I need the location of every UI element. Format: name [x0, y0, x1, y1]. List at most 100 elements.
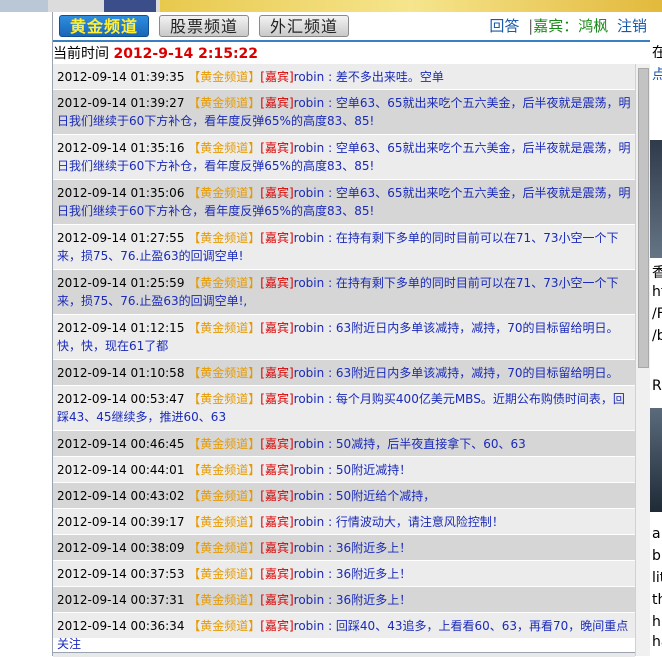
channel-navbar: 黄金频道 股票频道 外汇频道 回答 |嘉宾：鸿枫 注销: [53, 12, 651, 40]
message-row: 2012-09-14 00:38:09 【黄金频道】[嘉宾]robin : 36…: [53, 535, 635, 561]
current-time-label: 当前时间: [53, 46, 109, 62]
message-user: robin: [293, 321, 325, 335]
message-time: 2012-09-14 01:12:15: [57, 321, 185, 335]
message-row: 2012-09-14 00:39:17 【黄金频道】[嘉宾]robin : 行情…: [53, 509, 635, 535]
message-channel-tag: 【黄金频道】: [188, 366, 261, 380]
banner-image-fragment: [104, 0, 156, 12]
top-header-strip: [0, 0, 662, 12]
message-row: 2012-09-14 00:53:47 【黄金频道】[嘉宾]robin : 每个…: [53, 386, 635, 431]
right-text-12: h: [652, 614, 661, 630]
message-channel-tag: 【黄金频道】: [188, 489, 261, 503]
message-row: 2012-09-14 01:12:15 【黄金频道】[嘉宾]robin : 63…: [53, 315, 635, 360]
message-row: 2012-09-14 01:27:55 【黄金频道】[嘉宾]robin : 在持…: [53, 225, 635, 270]
message-role-tag: [嘉宾]: [260, 96, 294, 110]
right-text-10: lit: [652, 570, 662, 586]
gold-banner-fragment: [160, 0, 662, 12]
message-text: 行情波动大，请注意风险控制！: [335, 515, 504, 529]
message-text: 36附近多上！: [335, 567, 412, 581]
message-role-tag: [嘉宾]: [260, 366, 294, 380]
right-text-7: R: [652, 378, 662, 394]
guest-name: 嘉宾：鸿枫: [533, 17, 609, 35]
message-time: 2012-09-14 00:46:45: [57, 437, 185, 451]
message-row: 2012-09-14 00:43:02 【黄金频道】[嘉宾]robin : 50…: [53, 483, 635, 509]
message-time: 2012-09-14 01:10:58: [57, 366, 185, 380]
logout-link[interactable]: 注销: [617, 17, 647, 35]
message-text: 36附近多上！: [335, 593, 412, 607]
message-channel-tag: 【黄金频道】: [188, 619, 261, 633]
message-channel-tag: 【黄金频道】: [188, 541, 261, 555]
message-time: 2012-09-14 01:39:27: [57, 96, 185, 110]
message-time: 2012-09-14 00:44:01: [57, 463, 185, 477]
message-role-tag: [嘉宾]: [260, 541, 294, 555]
message-row: 2012-09-14 01:25:59 【黄金频道】[嘉宾]robin : 在持…: [53, 270, 635, 315]
message-channel-tag: 【黄金频道】: [188, 392, 261, 406]
message-user: robin: [293, 231, 325, 245]
message-user: robin: [293, 366, 325, 380]
message-time: 2012-09-14 01:35:06: [57, 186, 185, 200]
right-text-4: ht: [652, 284, 662, 300]
message-time: 2012-09-14 00:39:17: [57, 515, 185, 529]
message-user: robin: [293, 619, 325, 633]
message-channel-tag: 【黄金频道】: [188, 437, 261, 451]
right-text-8: a: [652, 526, 661, 542]
right-image-fragment: [650, 140, 662, 258]
right-text-3: 香: [652, 265, 662, 281]
message-role-tag: [嘉宾]: [260, 276, 294, 290]
message-list: 2012-09-14 01:39:35 【黄金频道】[嘉宾]robin : 差不…: [53, 64, 635, 652]
message-row: 2012-09-14 00:36:34 【黄金频道】[嘉宾]robin : 回踩…: [53, 613, 635, 651]
message-channel-tag: 【黄金频道】: [188, 321, 261, 335]
message-row: 2012-09-14 01:39:35 【黄金频道】[嘉宾]robin : 差不…: [53, 64, 635, 90]
right-text-2: 点: [652, 67, 662, 83]
right-text-13: ha: [652, 634, 662, 650]
message-row: 2012-09-14 01:35:16 【黄金频道】[嘉宾]robin : 空单…: [53, 135, 635, 180]
message-time: 2012-09-14 00:38:09: [57, 541, 185, 555]
message-user: robin: [293, 515, 325, 529]
message-text: 差不多出来哇。空单: [335, 70, 444, 84]
right-text-9: b: [652, 548, 661, 564]
tab-forex-channel[interactable]: 外汇频道: [259, 15, 349, 37]
message-role-tag: [嘉宾]: [260, 567, 294, 581]
message-user: robin: [293, 392, 325, 406]
message-row: 2012-09-14 00:46:45 【黄金频道】[嘉宾]robin : 50…: [53, 431, 635, 457]
message-role-tag: [嘉宾]: [260, 619, 294, 633]
reply-link[interactable]: 回答: [489, 17, 519, 35]
message-user: robin: [293, 593, 325, 607]
message-user: robin: [293, 489, 325, 503]
right-text-5: /F: [652, 306, 662, 322]
scrollbar-thumb[interactable]: [638, 68, 649, 368]
message-text: 63附近日内多单该减持，减持，70的目标留给明日。: [335, 366, 619, 380]
message-channel-tag: 【黄金频道】: [188, 567, 261, 581]
right-text-1: 在: [652, 45, 662, 61]
left-margin: [0, 12, 52, 656]
message-row: 2012-09-14 00:37:53 【黄金频道】[嘉宾]robin : 36…: [53, 561, 635, 587]
message-role-tag: [嘉宾]: [260, 70, 294, 84]
message-channel-tag: 【黄金频道】: [188, 186, 261, 200]
tab-stock-channel[interactable]: 股票频道: [159, 15, 249, 37]
right-text-14: p: [652, 652, 661, 656]
message-user: robin: [293, 186, 325, 200]
message-text: 50附近减持！: [335, 463, 412, 477]
message-role-tag: [嘉宾]: [260, 593, 294, 607]
user-controls: 回答 |嘉宾：鸿枫 注销: [489, 15, 647, 37]
message-role-tag: [嘉宾]: [260, 392, 294, 406]
message-row: 2012-09-14 01:10:58 【黄金频道】[嘉宾]robin : 63…: [53, 360, 635, 386]
chat-input-bar: [53, 652, 635, 657]
message-role-tag: [嘉宾]: [260, 186, 294, 200]
right-image-fragment-2: [650, 408, 662, 512]
message-row: 2012-09-14 01:39:27 【黄金频道】[嘉宾]robin : 空单…: [53, 90, 635, 135]
message-text: 50减持，后半夜直接拿下、60、63: [335, 437, 526, 451]
tab-gold-channel[interactable]: 黄金频道: [59, 15, 149, 37]
message-user: robin: [293, 141, 325, 155]
message-text: 50附近给个减持，: [335, 489, 436, 503]
message-user: robin: [293, 70, 325, 84]
current-time-line: 当前时间 2012-9-14 2:15:22: [53, 44, 651, 64]
message-text: 36附近多上！: [335, 541, 412, 555]
live-chat-panel: 黄金频道 股票频道 外汇频道 回答 |嘉宾：鸿枫 注销 当前时间 2012-9-…: [52, 12, 652, 657]
message-channel-tag: 【黄金频道】: [188, 593, 261, 607]
message-row: 2012-09-14 00:37:31 【黄金频道】[嘉宾]robin : 36…: [53, 587, 635, 613]
message-role-tag: [嘉宾]: [260, 437, 294, 451]
message-time: 2012-09-14 00:53:47: [57, 392, 185, 406]
right-text-6: /b: [652, 328, 662, 344]
message-role-tag: [嘉宾]: [260, 231, 294, 245]
message-role-tag: [嘉宾]: [260, 489, 294, 503]
